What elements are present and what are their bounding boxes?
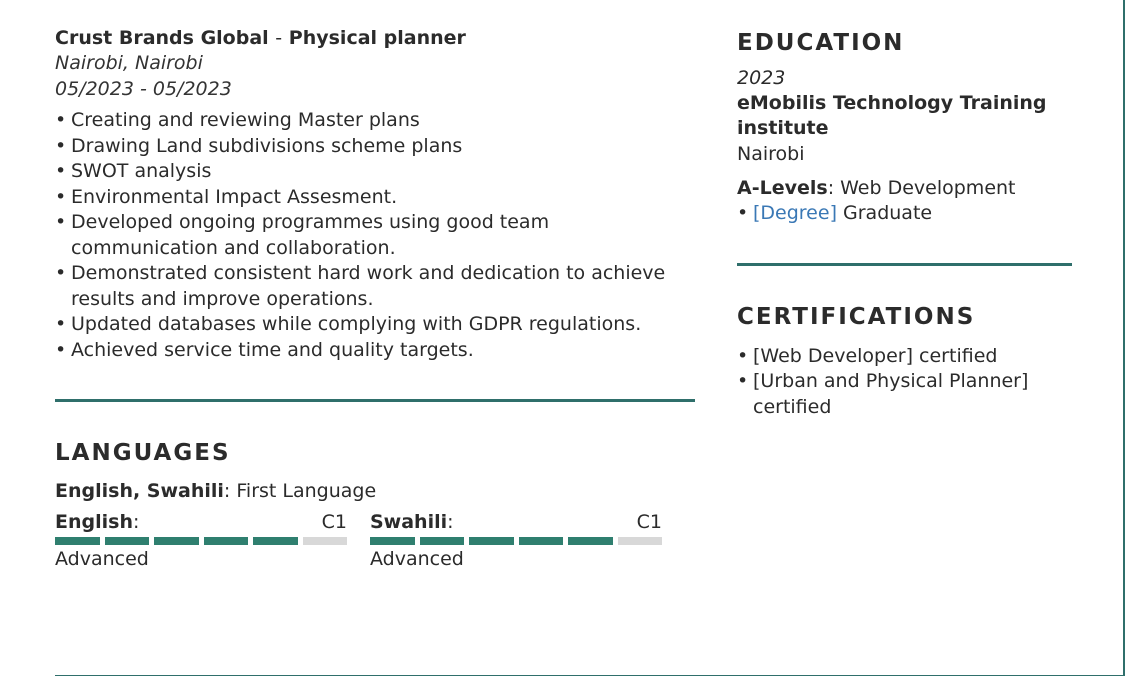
education-bullet-list: [Degree] Graduate (737, 201, 1072, 227)
list-item: [Web Developer] certified (737, 344, 1072, 370)
job-title: Crust Brands Global - Physical planner (55, 26, 695, 50)
level-segment-filled (55, 537, 100, 545)
section-divider (55, 399, 695, 402)
first-language-label: : First Language (223, 480, 377, 502)
left-column: Crust Brands Global - Physical planner N… (55, 26, 695, 580)
education-heading: EDUCATION (737, 30, 905, 56)
list-item: SWOT analysis (55, 159, 695, 185)
experience-bullet-list: Creating and reviewing Master plans Draw… (55, 108, 695, 363)
language-name: Swahili (370, 511, 448, 533)
language-name: English (55, 511, 133, 533)
list-item: Developed ongoing programmes using good … (55, 210, 695, 261)
education-year: 2023 (737, 67, 786, 89)
list-item: Updated databases while complying with G… (55, 312, 695, 338)
language-levels: English: C1 Advanced Swahili: C1 Advance… (55, 510, 695, 580)
list-item: [Degree] Graduate (737, 201, 1072, 227)
section-divider (737, 262, 1072, 266)
level-segment-empty (617, 537, 662, 545)
right-column: EDUCATION 2023 eMobilis Technology Train… (737, 30, 1072, 420)
level-segment-filled (104, 537, 149, 545)
job-location: Nairobi, Nairobi (55, 52, 203, 74)
first-language-line: English, Swahili: First Language (55, 478, 695, 504)
level-segment-empty (302, 537, 347, 545)
language-level-description: Advanced (55, 548, 149, 570)
certifications-list: [Web Developer] certified [Urban and Phy… (737, 344, 1072, 421)
language-item-swahili: Swahili: C1 Advanced (370, 510, 662, 573)
level-segment-filled (370, 537, 415, 545)
languages-heading: LANGUAGES (55, 440, 231, 466)
language-level-bar (55, 537, 347, 545)
language-level-bar (370, 537, 662, 545)
title-separator: - (275, 27, 283, 49)
degree-field: : Web Development (827, 177, 1016, 199)
role-name: Physical planner (288, 27, 466, 49)
degree-link[interactable]: [Degree] (753, 202, 837, 224)
list-item: Environmental Impact Assesment. (55, 185, 695, 211)
first-language-names: English, Swahili (55, 480, 224, 502)
level-segment-filled (518, 537, 563, 545)
job-dates: 05/2023 - 05/2023 (55, 78, 232, 100)
level-segment-filled (154, 537, 199, 545)
education-location: Nairobi (737, 143, 805, 165)
company-name: Crust Brands Global (55, 27, 269, 49)
language-item-english: English: C1 Advanced (55, 510, 347, 573)
degree-level: A-Levels (737, 177, 828, 199)
certifications-heading: CERTIFICATIONS (737, 303, 976, 330)
level-segment-filled (203, 537, 248, 545)
list-item: Achieved service time and quality target… (55, 338, 695, 364)
level-segment-filled (568, 537, 613, 545)
level-segment-filled (419, 537, 464, 545)
education-degree: A-Levels: Web Development (737, 175, 1072, 201)
list-item: Drawing Land subdivisions scheme plans (55, 134, 695, 160)
language-level: C1 (636, 511, 662, 533)
level-segment-filled (253, 537, 298, 545)
list-item: Demonstrated consistent hard work and de… (55, 261, 695, 312)
language-level-description: Advanced (370, 548, 464, 570)
level-segment-filled (469, 537, 514, 545)
education-school: eMobilis Technology Training institute (737, 92, 1047, 139)
list-item: Creating and reviewing Master plans (55, 108, 695, 134)
language-level: C1 (321, 511, 347, 533)
list-item: [Urban and Physical Planner] certified (737, 369, 1072, 420)
